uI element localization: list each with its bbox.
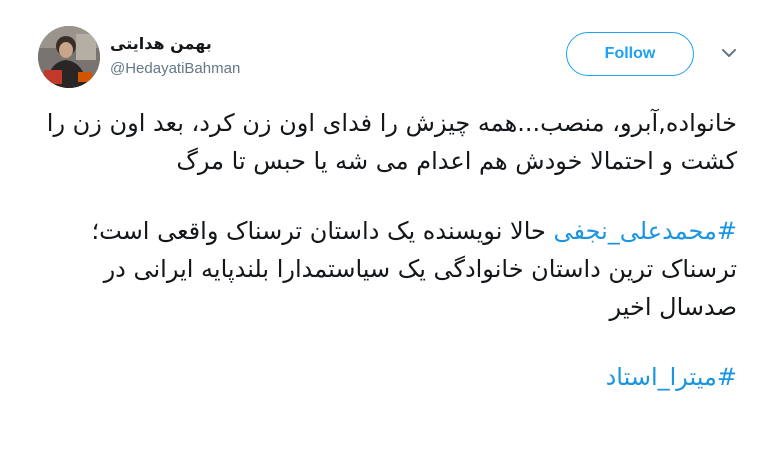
avatar[interactable] (38, 26, 100, 88)
tweet-paragraph-1: خانواده,آبرو، منصب...همه چیزش را فدای او… (46, 109, 737, 175)
hashtag-link[interactable]: #میترا_استاد (606, 363, 737, 391)
tweet-card: بهمن هدایتی @HedayatiBahman Follow خانوا… (0, 0, 763, 469)
tweet-header: بهمن هدایتی @HedayatiBahman Follow (38, 26, 737, 90)
tweet-text: خانواده,آبرو، منصب...همه چیزش را فدای او… (38, 104, 737, 428)
follow-button[interactable]: Follow (566, 32, 694, 76)
tweet-paragraph-2: #محمدعلی_نجفی حالا نویسنده یک داستان ترس… (38, 212, 738, 326)
display-name[interactable]: بهمن هدایتی (110, 34, 240, 54)
avatar-image (38, 26, 100, 88)
hashtag-link[interactable]: #محمدعلی_نجفی (553, 217, 737, 245)
user-handle[interactable]: @HedayatiBahman (110, 58, 240, 80)
tweet-paragraph-3: #میترا_استاد (38, 358, 737, 396)
user-names: بهمن هدایتی @HedayatiBahman (110, 34, 240, 80)
chevron-down-icon[interactable] (720, 44, 738, 62)
